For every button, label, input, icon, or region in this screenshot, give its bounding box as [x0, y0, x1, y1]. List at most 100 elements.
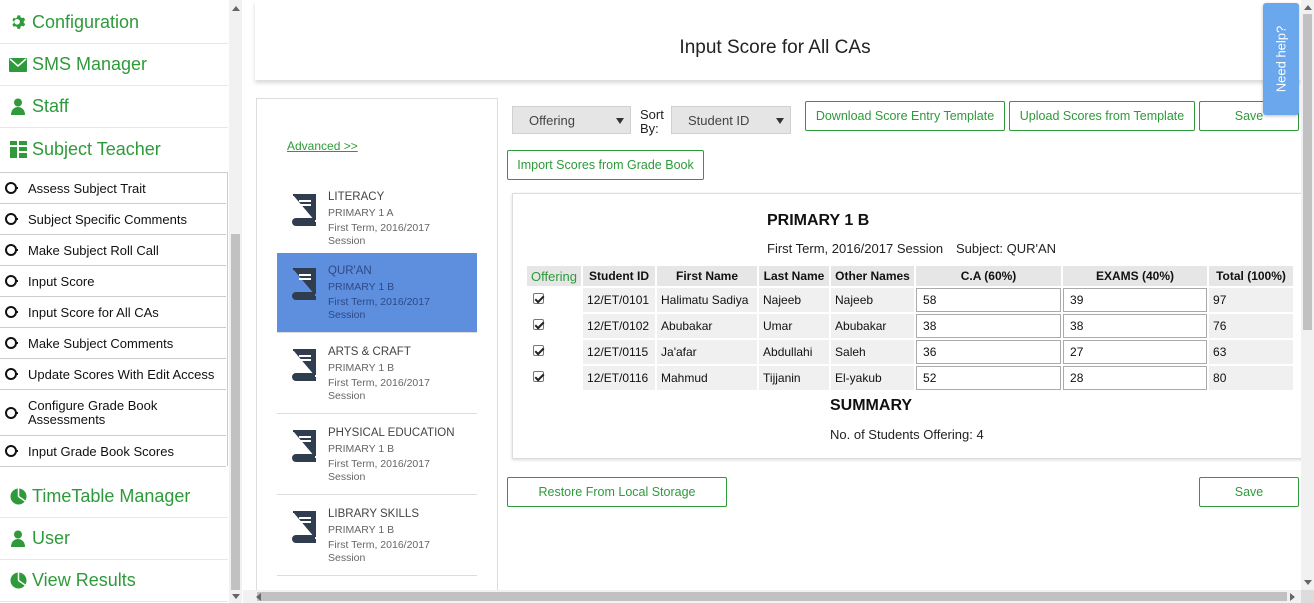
nav-user[interactable]: User	[0, 518, 228, 560]
nav-staff[interactable]: Staff	[0, 86, 228, 128]
circle-arrow-icon	[5, 275, 18, 287]
offering-cell	[527, 366, 582, 390]
advanced-link[interactable]: Advanced >>	[287, 139, 358, 153]
circle-arrow-icon	[5, 244, 18, 256]
subitem-make-subject-comments[interactable]: Make Subject Comments	[0, 328, 226, 359]
upload-template-button[interactable]: Upload Scores from Template	[1009, 101, 1195, 131]
subitem-input-score-for-all-cas[interactable]: Input Score for All CAs	[0, 297, 226, 328]
sidebar-scrollbar[interactable]	[229, 0, 242, 603]
offering-filter-select[interactable]: Offering	[512, 106, 631, 134]
table-row: 12/ET/0102 Abubakar Umar Abubakar 76	[527, 314, 1294, 338]
last-name-cell: Tijjanin	[759, 366, 830, 390]
exams-score-input[interactable]	[1063, 288, 1208, 312]
exams-cell	[1063, 314, 1208, 338]
score-sheet: PRIMARY 1 B First Term, 2016/2017 Sessio…	[512, 193, 1301, 459]
scroll-up-arrow-icon[interactable]	[1304, 5, 1312, 10]
subitem-label: Assess Subject Trait	[28, 180, 146, 196]
offering-checkbox[interactable]	[533, 371, 544, 382]
ca-score-input[interactable]	[916, 366, 1062, 390]
subject-teacher-submenu: Assess Subject Trait Subject Specific Co…	[0, 172, 228, 467]
circle-arrow-icon	[5, 368, 18, 380]
first-name-cell: Halimatu Sadiya	[657, 288, 758, 312]
col-total[interactable]: Total (100%)	[1209, 266, 1294, 286]
total-cell: 63	[1209, 340, 1294, 364]
subitem-subject-specific-comments[interactable]: Subject Specific Comments	[0, 204, 226, 235]
col-student-id[interactable]: Student ID	[583, 266, 656, 286]
sort-label-line1: Sort	[640, 107, 664, 122]
course-item[interactable]: LITERACY PRIMARY 1 A First Term, 2016/20…	[277, 179, 477, 259]
page-title: Input Score for All CAs	[679, 37, 871, 58]
page-horizontal-scrollbar[interactable]	[243, 590, 1301, 603]
subitem-update-scores-with-edit-access[interactable]: Update Scores With Edit Access	[0, 359, 226, 390]
nav-sms-manager[interactable]: SMS Manager	[0, 44, 228, 86]
col-exams[interactable]: EXAMS (40%)	[1063, 266, 1208, 286]
save-bottom-button[interactable]: Save	[1199, 477, 1299, 507]
student-id-cell: 12/ET/0115	[583, 340, 656, 364]
ca-score-input[interactable]	[916, 314, 1062, 338]
course-item[interactable]: ARTS & CRAFT PRIMARY 1 B First Term, 201…	[277, 334, 477, 414]
exams-score-input[interactable]	[1063, 340, 1208, 364]
subitem-assess-subject-trait[interactable]: Assess Subject Trait	[0, 173, 226, 204]
course-item[interactable]: PHYSICAL EDUCATION PRIMARY 1 B First Ter…	[277, 415, 477, 495]
download-template-button[interactable]: Download Score Entry Template	[805, 101, 1005, 131]
total-cell: 80	[1209, 366, 1294, 390]
sort-by-select[interactable]: Student ID	[671, 106, 791, 134]
offering-checkbox[interactable]	[533, 345, 544, 356]
need-help-tab[interactable]: Need help?	[1263, 3, 1299, 115]
nav-subject-teacher[interactable]: Subject Teacher	[0, 128, 228, 170]
nav-staff-label: Staff	[32, 96, 69, 116]
subitem-label: Make Subject Comments	[28, 335, 174, 351]
subitem-input-score[interactable]: Input Score	[0, 266, 226, 297]
nav-user-label: User	[32, 528, 71, 548]
pie-chart-icon	[8, 487, 28, 507]
ca-score-input[interactable]	[916, 340, 1062, 364]
col-other-names[interactable]: Other Names	[831, 266, 915, 286]
scroll-down-arrow-icon[interactable]	[1304, 580, 1312, 585]
ca-cell	[916, 340, 1062, 364]
circle-arrow-icon	[5, 445, 18, 457]
user-icon	[8, 97, 28, 117]
offering-cell	[527, 340, 582, 364]
nav-timetable-manager[interactable]: TimeTable Manager	[0, 476, 228, 518]
nav-view-results-label: View Results	[32, 570, 136, 590]
course-item-selected[interactable]: QUR'AN PRIMARY 1 B First Term, 2016/2017…	[277, 253, 477, 333]
offering-checkbox[interactable]	[533, 319, 544, 330]
exams-score-input[interactable]	[1063, 366, 1208, 390]
exams-score-input[interactable]	[1063, 314, 1208, 338]
subitem-make-subject-roll-call[interactable]: Make Subject Roll Call	[0, 235, 226, 266]
scroll-left-arrow-icon[interactable]	[256, 593, 261, 601]
subitem-configure-grade-book-assessments[interactable]: Configure Grade Book Assessments	[0, 390, 226, 436]
class-title: PRIMARY 1 B	[767, 212, 870, 229]
subitem-input-grade-book-scores[interactable]: Input Grade Book Scores	[0, 436, 226, 467]
sidebar: Configuration SMS Manager Staff Subject …	[0, 0, 243, 603]
circle-arrow-icon	[5, 213, 18, 225]
nav-view-results[interactable]: View Results	[0, 560, 228, 602]
scroll-up-arrow-icon[interactable]	[232, 6, 240, 11]
summary-title: SUMMARY	[830, 397, 913, 414]
col-offering[interactable]: Offering	[527, 266, 582, 286]
other-names-cell: Saleh	[831, 340, 915, 364]
nav-configuration[interactable]: Configuration	[0, 2, 228, 44]
col-ca[interactable]: C.A (60%)	[916, 266, 1062, 286]
course-item[interactable]: LIBRARY SKILLS PRIMARY 1 B First Term, 2…	[277, 496, 477, 576]
other-names-cell: El-yakub	[831, 366, 915, 390]
col-last-name[interactable]: Last Name	[759, 266, 830, 286]
import-gradebook-button[interactable]: Import Scores from Grade Book	[507, 150, 704, 180]
user-icon	[8, 529, 28, 549]
scroll-right-arrow-icon[interactable]	[1290, 593, 1295, 601]
col-first-name[interactable]: First Name	[657, 266, 758, 286]
offering-checkbox[interactable]	[533, 293, 544, 304]
offering-filter-value: Offering	[529, 112, 576, 128]
ca-score-input[interactable]	[916, 288, 1062, 312]
sort-by-label: Sort By:	[640, 108, 664, 136]
sidebar-scrollbar-thumb[interactable]	[231, 234, 240, 590]
horizontal-scrollbar-thumb[interactable]	[257, 592, 1287, 601]
ca-cell	[916, 288, 1062, 312]
course-name: QUR'AN	[328, 265, 372, 277]
restore-local-storage-button[interactable]: Restore From Local Storage	[507, 477, 727, 507]
vertical-scrollbar-thumb[interactable]	[1303, 14, 1312, 330]
scroll-down-arrow-icon[interactable]	[232, 594, 240, 599]
page-vertical-scrollbar[interactable]	[1301, 0, 1314, 590]
page-header: Input Score for All CAs	[255, 0, 1301, 80]
last-name-cell: Najeeb	[759, 288, 830, 312]
